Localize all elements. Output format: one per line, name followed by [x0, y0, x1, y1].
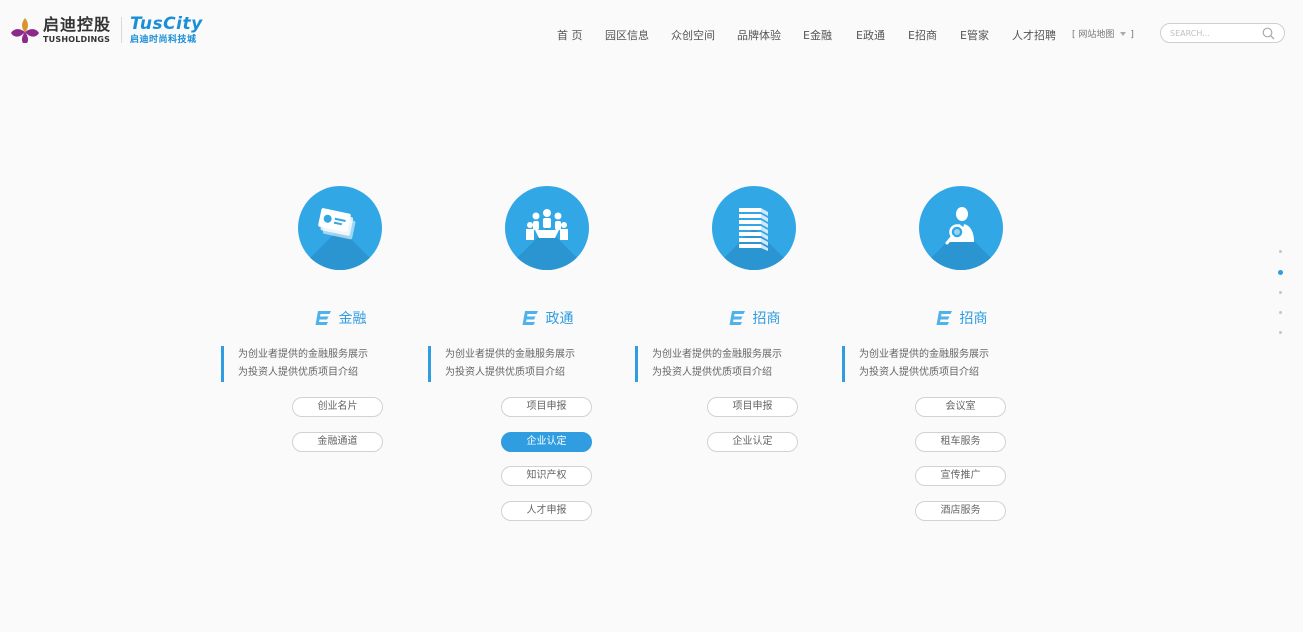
e-letter-icon [522, 311, 538, 325]
meeting-room-button[interactable]: 会议室 [915, 397, 1006, 417]
startup-card-button[interactable]: 创业名片 [292, 397, 383, 417]
sitemap-label: [ 网站地图 [1072, 30, 1115, 40]
credit-cards-icon [318, 208, 356, 240]
business-person-icon [945, 207, 974, 245]
chevron-down-icon [1120, 32, 1127, 36]
section-pagination [1277, 250, 1283, 351]
card-buttons: 项目申报 企业认定 知识产权 人才申报 [501, 397, 593, 535]
search-input[interactable] [1170, 27, 1260, 40]
card-title-text: 招商 [959, 311, 988, 327]
project-apply-button[interactable]: 项目申报 [501, 397, 592, 417]
enterprise-cert-button[interactable]: 企业认定 [501, 431, 592, 452]
e-letter-icon [936, 311, 952, 325]
meeting-icon [526, 209, 568, 240]
invest-badge[interactable] [712, 186, 796, 270]
nav-item-e-steward[interactable]: E管家 [960, 27, 989, 43]
desc-line: 为创业者提供的金融服务展示 [238, 349, 368, 360]
section-dot[interactable] [1278, 291, 1282, 294]
nav-item-recruit[interactable]: 人才招聘 [1012, 27, 1056, 43]
desc-line: 为投资人提供优质项目介绍 [445, 367, 565, 378]
card-title: 招商 [674, 308, 834, 328]
sitemap-dropdown[interactable]: [ 网站地图] [1072, 27, 1134, 40]
car-rental-button[interactable]: 租车服务 [915, 431, 1006, 452]
desc-line: 为投资人提供优质项目介绍 [238, 367, 358, 378]
e-letter-icon [315, 311, 331, 325]
e-letter-icon [729, 311, 745, 325]
sitemap-bracket: ] [1130, 30, 1134, 40]
search-box [1160, 23, 1285, 43]
card-title-text: 招商 [752, 311, 781, 327]
promotion-button[interactable]: 宣传推广 [915, 466, 1006, 486]
card-buttons: 会议室 租车服务 宣传推广 酒店服务 [915, 397, 1007, 535]
talent-apply-button[interactable]: 人才申报 [501, 500, 592, 521]
desc-line: 为创业者提供的金融服务展示 [859, 349, 989, 360]
nav-item-home[interactable]: 首 页 [557, 27, 583, 43]
ip-button[interactable]: 知识产权 [501, 466, 592, 486]
section-dot[interactable] [1278, 331, 1282, 334]
desc-line: 为创业者提供的金融服务展示 [445, 349, 575, 360]
project-apply-button[interactable]: 项目申报 [707, 397, 798, 417]
card-title: 政通 [467, 308, 627, 328]
desc-line: 为投资人提供优质项目介绍 [859, 367, 979, 378]
card-title-text: 金融 [338, 311, 367, 327]
section-dot[interactable] [1278, 311, 1282, 314]
building-icon [739, 208, 768, 251]
finance-badge[interactable] [298, 186, 382, 270]
card-title: 招商 [881, 308, 1041, 328]
section-dot[interactable] [1278, 250, 1282, 253]
card-description: 为创业者提供的金融服务展示 为投资人提供优质项目介绍 [221, 346, 441, 382]
card-buttons: 项目申报 企业认定 [707, 397, 799, 466]
section-dot-active[interactable] [1277, 270, 1283, 275]
header: 启迪控股 TUSHOLDINGS TusCity 启迪时尚科技城 首 页 园区信… [0, 0, 1303, 62]
search-icon[interactable] [1262, 27, 1275, 40]
desc-line: 为创业者提供的金融服务展示 [652, 349, 782, 360]
nav-item-e-finance[interactable]: E金融 [803, 27, 832, 43]
hotel-service-button[interactable]: 酒店服务 [915, 500, 1006, 521]
nav-item-cowork[interactable]: 众创空间 [671, 27, 715, 43]
card-description: 为创业者提供的金融服务展示 为投资人提供优质项目介绍 [428, 346, 648, 382]
nav-item-e-gov[interactable]: E政通 [856, 27, 885, 43]
enterprise-cert-button[interactable]: 企业认定 [707, 431, 798, 452]
nav-item-park-info[interactable]: 园区信息 [605, 27, 649, 43]
finance-channel-button[interactable]: 金融通道 [292, 431, 383, 452]
card-title: 金融 [260, 308, 420, 328]
gov-badge[interactable] [505, 186, 589, 270]
desc-line: 为投资人提供优质项目介绍 [652, 367, 772, 378]
card-title-text: 政通 [545, 311, 574, 327]
card-description: 为创业者提供的金融服务展示 为投资人提供优质项目介绍 [635, 346, 855, 382]
steward-badge[interactable] [919, 186, 1003, 270]
card-buttons: 创业名片 金融通道 [292, 397, 384, 466]
card-description: 为创业者提供的金融服务展示 为投资人提供优质项目介绍 [842, 346, 1062, 382]
nav-item-e-invest[interactable]: E招商 [908, 27, 937, 43]
nav-item-brand[interactable]: 品牌体验 [737, 27, 781, 43]
